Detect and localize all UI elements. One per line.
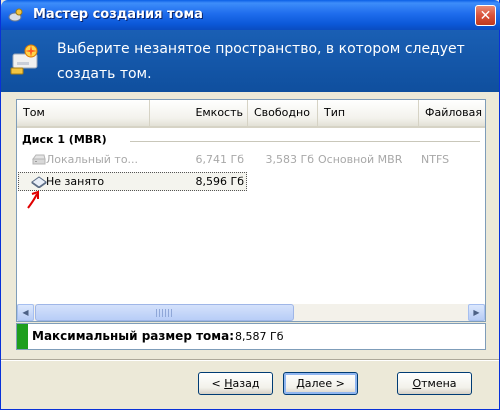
back-button[interactable]: < Назад <box>198 372 273 395</box>
scrollbar-thumb[interactable] <box>35 304 294 321</box>
red-arrow-annotation <box>27 190 39 209</box>
back-label: азад <box>232 377 260 390</box>
scrollbar-grip-icon <box>156 309 172 317</box>
cancel-button[interactable]: Отмена <box>397 372 472 395</box>
max-size-label: Максимальный размер тома: <box>32 329 234 343</box>
volume-type: Основной MBR <box>318 153 403 166</box>
volume-capacity: 6,741 Гб <box>195 153 244 166</box>
new-volume-icon <box>10 44 38 75</box>
disk-wizard-icon <box>8 8 23 22</box>
volume-name: Локальный то... <box>46 153 139 166</box>
unallocated-disk-icon <box>31 176 47 188</box>
chevron-right-icon: ▶ <box>473 308 480 317</box>
disk-group: Диск 1 (MBR) <box>22 133 482 149</box>
max-size-bar: Максимальный размер тома: 8,587 Гб <box>16 323 486 350</box>
column-capacity[interactable]: Емкость <box>150 100 248 126</box>
column-volume[interactable]: Том <box>17 100 150 126</box>
scroll-right-button[interactable]: ▶ <box>468 304 485 321</box>
close-icon: ✕ <box>479 7 492 24</box>
disk-group-label: Диск 1 (MBR) <box>22 133 107 146</box>
back-accel: Н <box>224 377 233 390</box>
max-size-value: 8,587 Гб <box>235 330 284 343</box>
wizard-header: Выберите незанятое пространство, в котор… <box>1 30 499 92</box>
column-free[interactable]: Свободно <box>248 100 318 126</box>
instruction-line-2: создать том. <box>57 66 152 82</box>
column-filesystem[interactable]: Файловая <box>419 100 485 126</box>
title-bar[interactable]: Мастер создания тома ✕ <box>1 0 500 30</box>
volume-name: Не занято <box>46 175 105 188</box>
volume-filesystem: NTFS <box>421 153 450 166</box>
next-button[interactable]: Далее > <box>283 372 358 395</box>
next-label: алее > <box>304 377 345 390</box>
window-title: Мастер создания тома <box>33 7 203 22</box>
group-divider <box>130 141 480 142</box>
drive-icon <box>32 154 46 165</box>
back-button-prefix: < <box>211 377 225 390</box>
column-type[interactable]: Тип <box>318 100 419 126</box>
cancel-label: тмена <box>421 377 457 390</box>
divider <box>1 359 499 361</box>
volume-capacity: 8,596 Гб <box>195 175 244 188</box>
volume-free: 3,583 Гб <box>265 153 314 166</box>
volume-list[interactable]: Том Емкость Свободно Тип Файловая Диск 1… <box>16 99 486 322</box>
list-item: Локальный то... 6,741 Гб 3,583 Гб Основн… <box>17 150 485 169</box>
wizard-instruction: Выберите незанятое пространство, в котор… <box>57 37 477 87</box>
close-button[interactable]: ✕ <box>475 5 496 26</box>
scroll-left-button[interactable]: ◀ <box>17 304 34 321</box>
horizontal-scrollbar[interactable]: ◀ ▶ <box>17 304 485 321</box>
next-accel: Д <box>296 377 305 390</box>
info-color-swatch <box>17 324 28 349</box>
chevron-left-icon: ◀ <box>22 308 29 317</box>
instruction-line-1: Выберите незанятое пространство, в котор… <box>57 41 465 57</box>
list-item[interactable]: Не занято 8,596 Гб <box>17 172 485 191</box>
column-header: Том Емкость Свободно Тип Файловая <box>17 100 485 128</box>
cancel-accel: О <box>412 377 422 390</box>
volume-wizard-window: Мастер создания тома ✕ Выберите незанято… <box>0 0 500 410</box>
